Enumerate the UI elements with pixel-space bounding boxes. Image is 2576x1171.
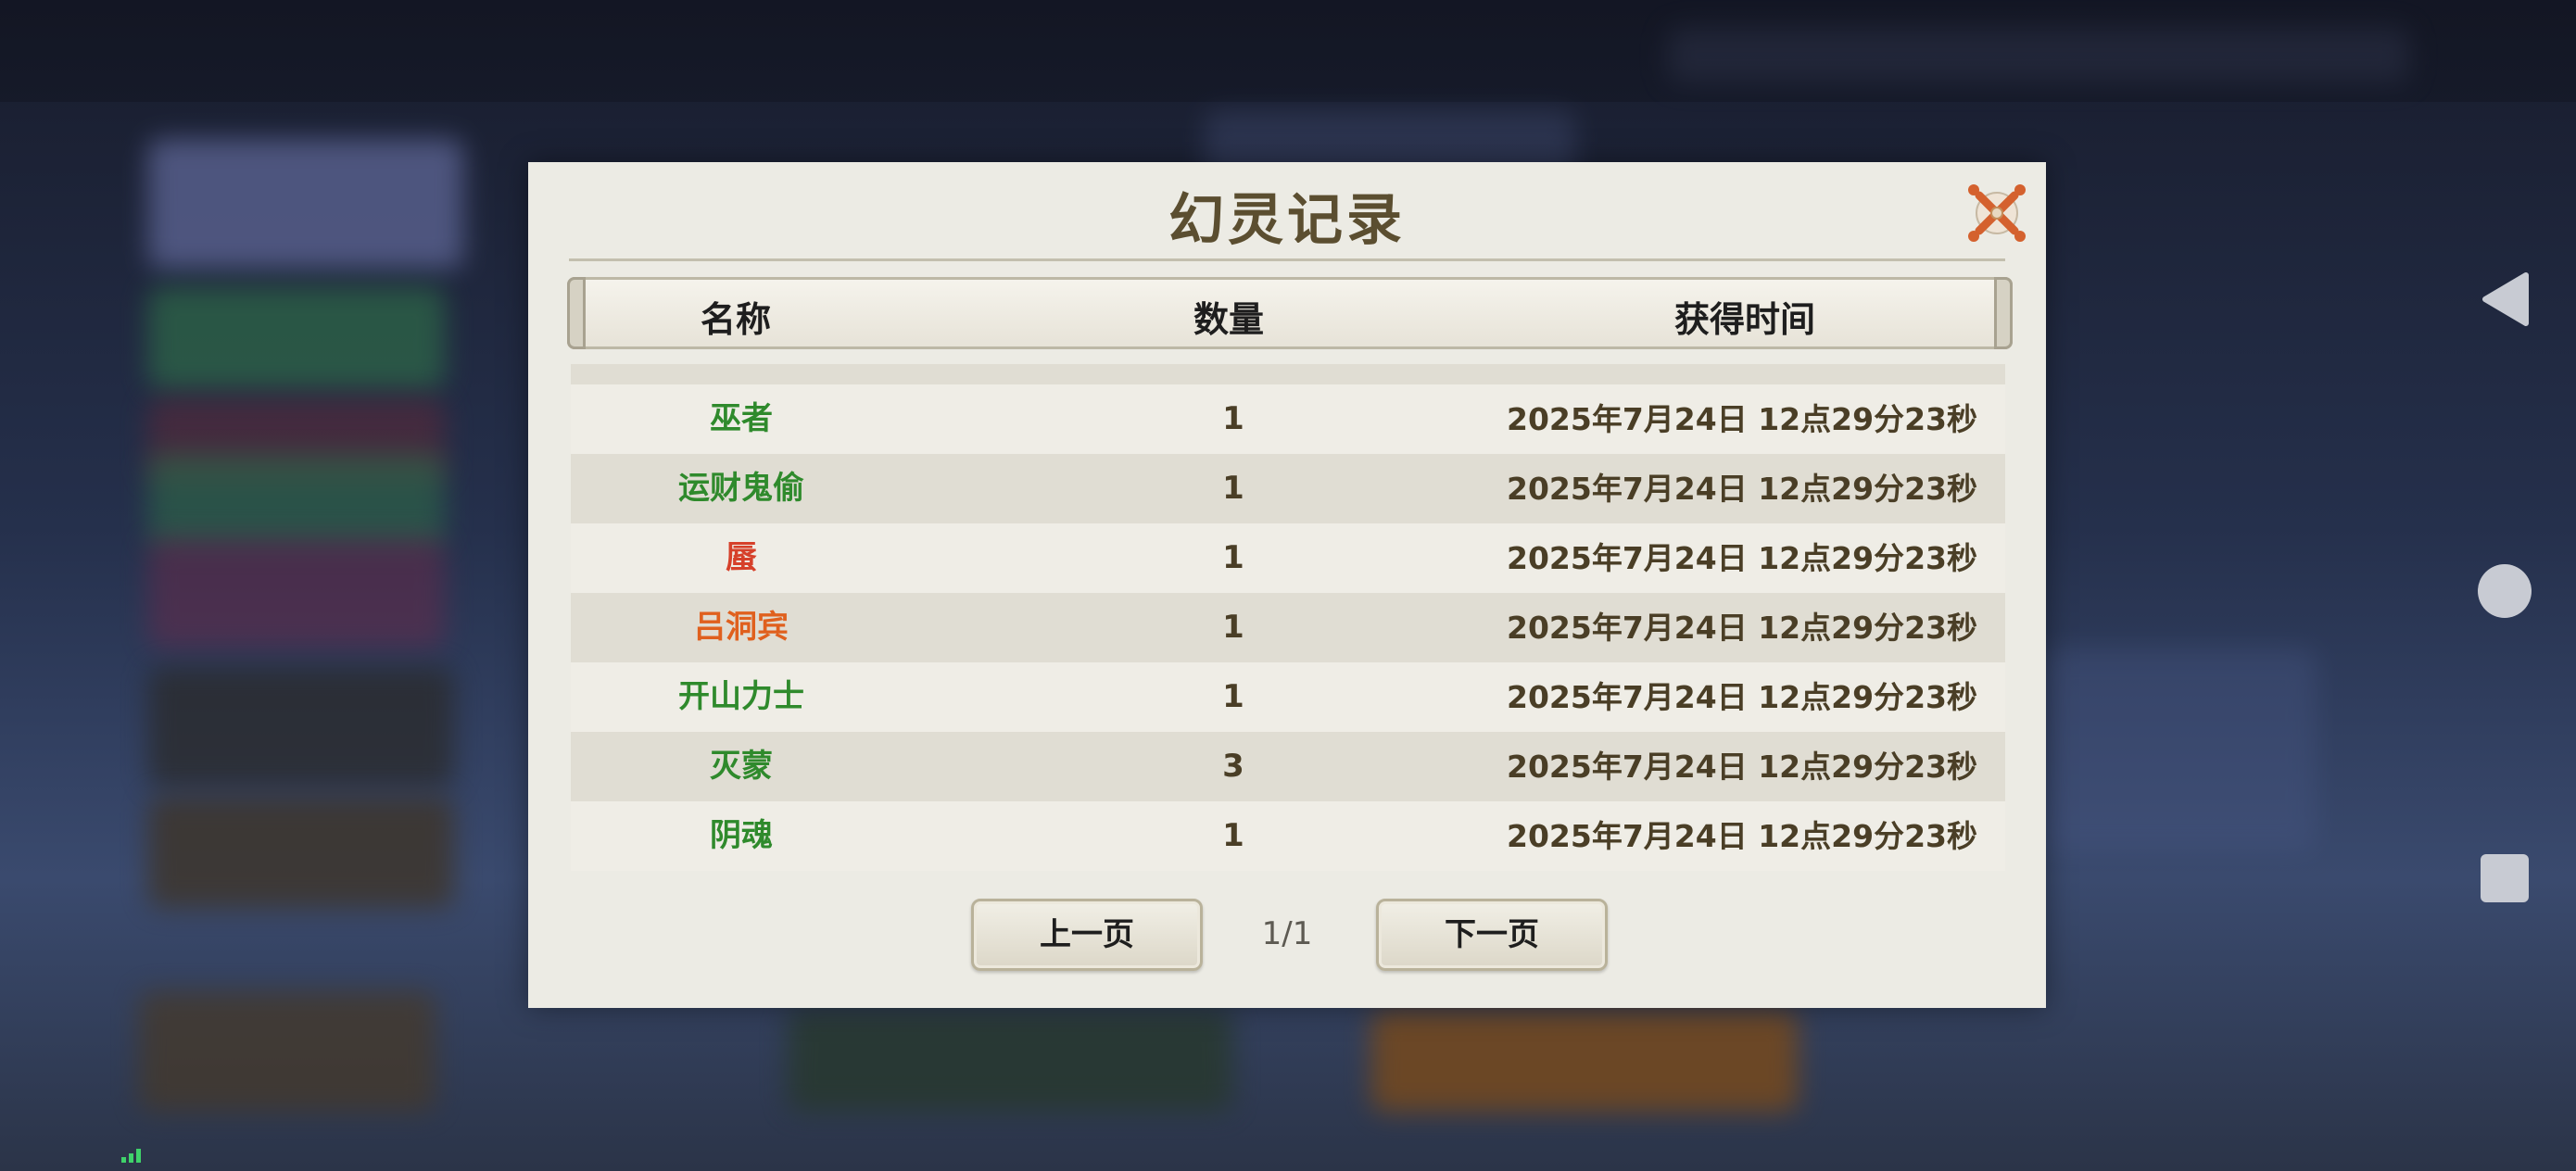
signal-icon (121, 1149, 141, 1163)
row-quantity: 1 (1222, 609, 1244, 646)
recents-square-icon[interactable] (2481, 854, 2529, 902)
page-indicator: 1/1 (1261, 915, 1313, 952)
column-header-time: 获得时间 (1673, 298, 1816, 340)
row-name: 灭蒙 (710, 748, 773, 785)
row-time: 2025年7月24日 12点29分23秒 (1507, 749, 1977, 785)
row-name: 蜃 (726, 539, 757, 576)
dialog-title: 幻灵记录 (1168, 188, 1406, 253)
prev-page-button[interactable]: 上一页 (971, 899, 1203, 971)
row-time: 2025年7月24日 12点29分23秒 (1507, 471, 1977, 507)
row-quantity: 1 (1222, 400, 1244, 437)
row-name: 吕洞宾 (694, 609, 789, 646)
table-row: 蜃 1 2025年7月24日 12点29分23秒 (571, 523, 2005, 593)
row-time: 2025年7月24日 12点29分23秒 (1507, 610, 1977, 646)
phantom-record-dialog: 幻灵记录 名称 数量 获得时间 巫者 1 2025年7月24日 12点29分23… (528, 162, 2046, 1008)
row-name: 阴魂 (710, 817, 773, 854)
row-time: 2025年7月24日 12点29分23秒 (1507, 818, 1977, 854)
next-page-button[interactable]: 下一页 (1376, 899, 1608, 971)
table-header: 名称 数量 获得时间 (567, 277, 2013, 349)
home-circle-icon[interactable] (2478, 564, 2532, 618)
table-row: 阴魂 1 2025年7月24日 12点29分23秒 (571, 801, 2005, 871)
row-name: 巫者 (710, 400, 773, 437)
row-time: 2025年7月24日 12点29分23秒 (1507, 401, 1977, 437)
close-icon[interactable] (1966, 183, 2027, 244)
column-header-quantity: 数量 (1193, 298, 1265, 340)
pagination: 上一页 1/1 下一页 (528, 899, 2046, 973)
row-time: 2025年7月24日 12点29分23秒 (1507, 540, 1977, 576)
row-name: 开山力士 (678, 678, 804, 715)
title-divider (569, 258, 2005, 261)
table-row: 吕洞宾 1 2025年7月24日 12点29分23秒 (571, 593, 2005, 662)
row-time: 2025年7月24日 12点29分23秒 (1507, 679, 1977, 715)
row-quantity: 1 (1222, 678, 1244, 715)
table-row: 运财鬼偷 1 2025年7月24日 12点29分23秒 (571, 454, 2005, 523)
row-name: 运财鬼偷 (678, 470, 804, 507)
table-row: 巫者 1 2025年7月24日 12点29分23秒 (571, 384, 2005, 454)
table-row-partial (571, 364, 2005, 384)
row-quantity: 1 (1222, 470, 1244, 507)
row-quantity: 3 (1222, 748, 1244, 785)
table-row: 灭蒙 3 2025年7月24日 12点29分23秒 (571, 732, 2005, 801)
row-quantity: 1 (1222, 539, 1244, 576)
back-triangle-icon[interactable] (2480, 271, 2530, 327)
table-row: 开山力士 1 2025年7月24日 12点29分23秒 (571, 662, 2005, 732)
column-header-name: 名称 (700, 298, 772, 340)
row-quantity: 1 (1222, 817, 1244, 854)
